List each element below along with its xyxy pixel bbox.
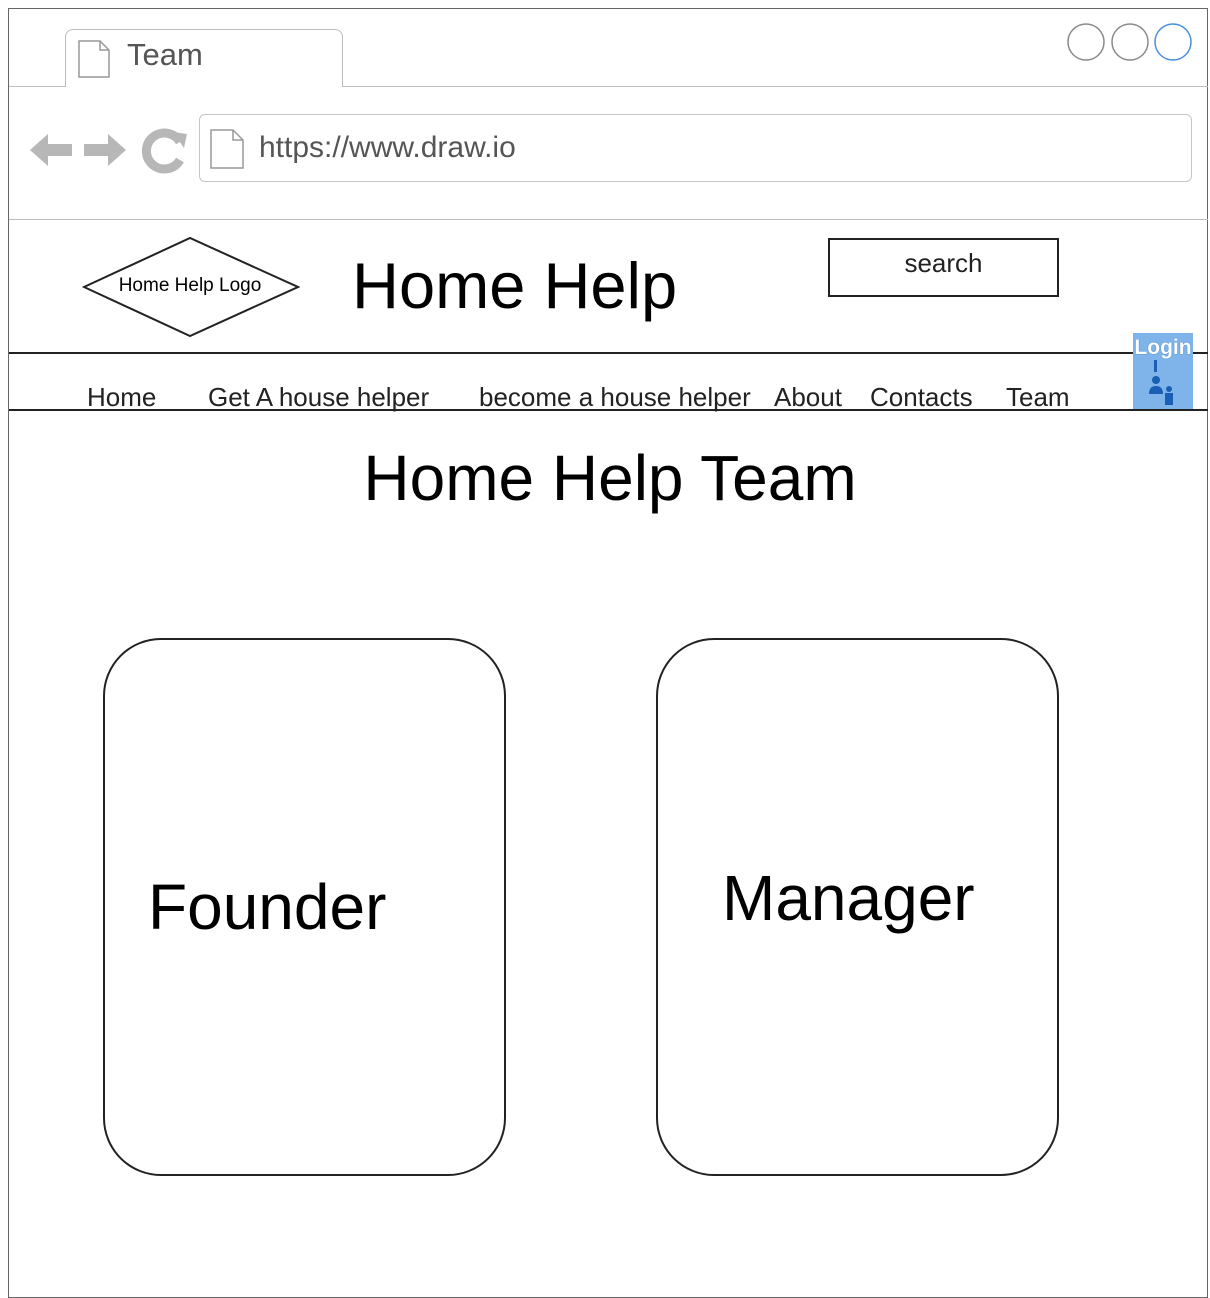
window-minimize-icon [1067, 23, 1105, 61]
page-title: Home Help Team [363, 442, 857, 514]
nav-item-about[interactable]: About [774, 381, 842, 413]
address-divider [9, 219, 1208, 220]
team-card-label: Manager [722, 862, 975, 934]
search-input[interactable]: search [828, 238, 1059, 297]
page-icon [210, 129, 244, 169]
logo-text: Home Help Logo [118, 275, 262, 296]
site-title: Home Help [352, 249, 678, 322]
tab-title: Team [127, 37, 203, 72]
window-maximize-icon [1111, 23, 1149, 61]
nav-item-become-house-helper[interactable]: become a house helper [479, 381, 751, 413]
login-label: Login [1134, 336, 1192, 359]
nav-item-get-house-helper[interactable]: Get A house helper [208, 381, 429, 413]
window-controls [1067, 23, 1192, 61]
user-icon [1149, 360, 1173, 405]
nav-item-home[interactable]: Home [87, 381, 156, 413]
page-icon [78, 40, 110, 78]
nav-item-team[interactable]: Team [1006, 381, 1070, 413]
window-close-icon [1154, 23, 1192, 61]
nav-item-contacts[interactable]: Contacts [870, 381, 973, 413]
team-card-label: Founder [148, 871, 387, 943]
browser-nav-controls [30, 128, 187, 174]
reload-icon[interactable] [141, 128, 187, 174]
address-url[interactable]: https://www.draw.io [259, 130, 516, 166]
search-placeholder: search [904, 248, 983, 278]
forward-arrow-icon[interactable] [84, 134, 126, 166]
back-arrow-icon[interactable] [30, 134, 72, 166]
